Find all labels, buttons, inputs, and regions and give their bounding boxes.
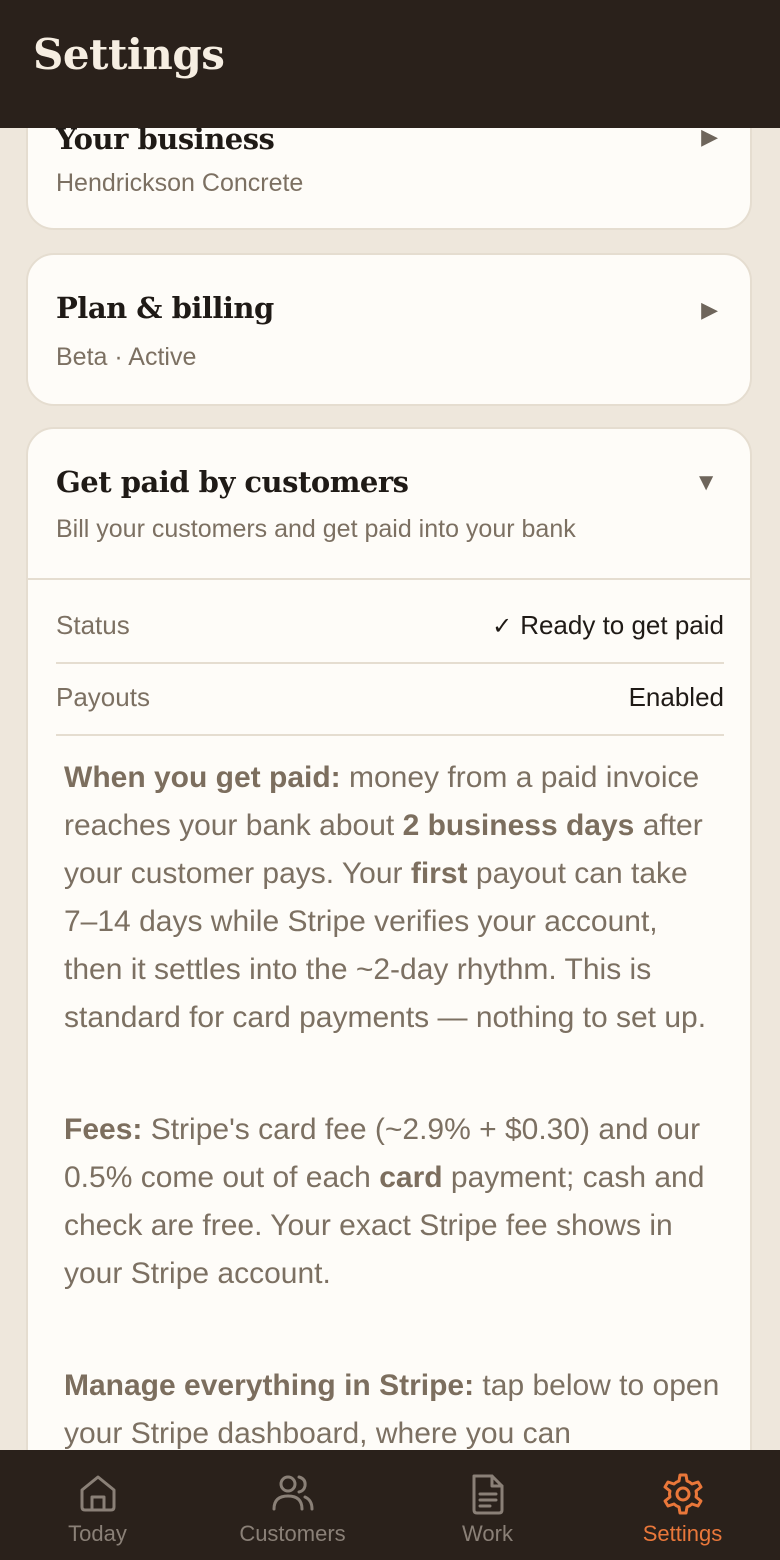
tab-work[interactable]: Work xyxy=(390,1450,585,1560)
when-paid-bold-3: first xyxy=(410,857,468,890)
tab-customers-label: Customers xyxy=(239,1521,346,1546)
business-name: Hendrickson Concrete xyxy=(56,169,304,197)
bottom-tab-bar: Today Customers Work Settings xyxy=(0,1450,780,1560)
fees-bold-2: card xyxy=(379,1161,443,1194)
plan-card-title: Plan & billing xyxy=(56,291,274,325)
manage-heading: Manage everything in Stripe: xyxy=(64,1369,475,1402)
tab-customers[interactable]: Customers xyxy=(195,1450,390,1560)
gear-icon xyxy=(661,1472,705,1521)
card-divider xyxy=(28,578,750,580)
payouts-row: Payouts Enabled xyxy=(56,662,724,736)
get-paid-title: Get paid by customers xyxy=(56,465,409,499)
plan-status: Beta · Active xyxy=(56,343,197,371)
payout-timing-paragraph: When you get paid: money from a paid inv… xyxy=(64,754,724,1042)
when-paid-bold-2: 2 business days xyxy=(402,809,635,842)
get-paid-card-header[interactable]: Get paid by customers Bill your customer… xyxy=(28,429,750,579)
business-card[interactable]: Your business Hendrickson Concrete ▶ xyxy=(26,128,752,230)
business-card-title: Your business xyxy=(56,128,275,156)
get-paid-card: Get paid by customers Bill your customer… xyxy=(26,427,752,1450)
payouts-value: Enabled xyxy=(628,682,724,712)
users-icon xyxy=(270,1472,316,1519)
document-icon xyxy=(468,1472,508,1521)
page-title: Settings xyxy=(33,30,225,79)
tab-today-label: Today xyxy=(68,1521,127,1546)
status-value-text: Ready to get paid xyxy=(520,610,724,640)
manage-paragraph: Manage everything in Stripe: tap below t… xyxy=(64,1362,724,1450)
app-header: Settings xyxy=(0,0,780,128)
payouts-label: Payouts xyxy=(56,682,150,712)
status-label: Status xyxy=(56,610,130,640)
when-paid-heading: When you get paid: xyxy=(64,761,341,794)
chevron-down-icon: ▼ xyxy=(694,469,718,496)
tab-work-label: Work xyxy=(462,1521,513,1546)
home-icon xyxy=(77,1472,119,1519)
settings-scroll-area[interactable]: Your business Hendrickson Concrete ▶ Pla… xyxy=(0,128,780,1450)
fees-heading: Fees: xyxy=(64,1113,143,1146)
tab-settings-label: Settings xyxy=(642,1521,723,1546)
plan-billing-card[interactable]: Plan & billing Beta · Active ▶ xyxy=(26,253,752,406)
chevron-right-icon: ▶ xyxy=(701,297,718,322)
fees-paragraph: Fees: Stripe's card fee (~2.9% + $0.30) … xyxy=(64,1106,724,1298)
chevron-right-icon: ▶ xyxy=(701,128,718,149)
tab-settings[interactable]: Settings xyxy=(585,1450,780,1560)
tab-today[interactable]: Today xyxy=(0,1450,195,1560)
get-paid-subtitle: Bill your customers and get paid into yo… xyxy=(56,515,576,543)
status-value: ✓ Ready to get paid xyxy=(492,610,724,641)
checkmark-icon: ✓ xyxy=(492,613,513,640)
status-row: Status ✓ Ready to get paid xyxy=(56,590,724,664)
